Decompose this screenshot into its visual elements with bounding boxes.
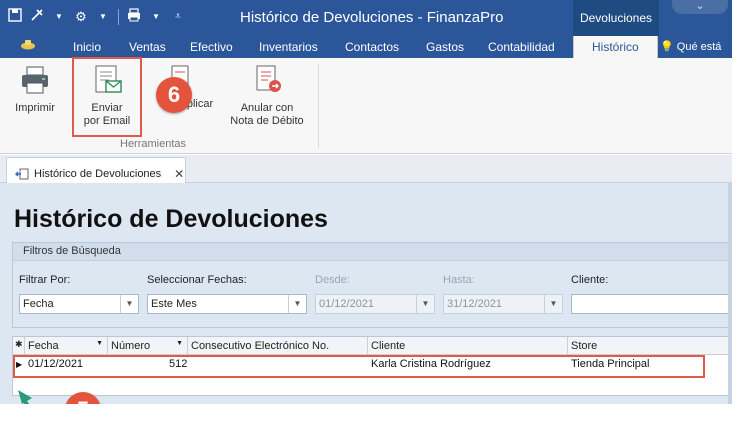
app-window: ▼ ⚙ ▼ ▼ ⩡ Histórico de Devoluciones - Fi… <box>0 0 732 404</box>
column-header-fecha[interactable]: Fecha ▼ <box>25 337 108 355</box>
customize-toolbar-icon[interactable]: ⩡ <box>169 8 187 26</box>
tab-contabilidad[interactable]: Contabilidad <box>488 40 555 54</box>
ribbon-group-divider <box>318 64 319 148</box>
column-fecha-label: Fecha <box>28 340 59 352</box>
filter-by-value: Fecha <box>23 298 54 310</box>
close-icon[interactable]: ✕ <box>174 167 184 181</box>
annul-label-line2: Nota de Débito <box>230 115 304 127</box>
chevron-down-icon[interactable]: ▼ <box>50 8 68 26</box>
from-date-field[interactable]: 01/12/2021 ▼ <box>315 294 435 314</box>
chevron-down-icon[interactable]: ▼ <box>147 8 165 26</box>
asterisk-icon: ✱ <box>13 337 25 355</box>
tab-inicio[interactable]: Inicio <box>73 40 101 54</box>
chevron-down-icon[interactable]: ▼ <box>288 295 306 313</box>
save-icon[interactable] <box>6 8 24 26</box>
filter-by-select[interactable]: Fecha ▼ <box>19 294 139 314</box>
select-dates-select[interactable]: Este Mes ▼ <box>147 294 307 314</box>
row-highlight <box>13 355 705 378</box>
annul-document-icon <box>256 65 281 92</box>
ribbon-tab-row: Inicio Ventas Efectivo Inventarios Conta… <box>0 36 732 58</box>
app-menu-icon[interactable] <box>20 38 36 50</box>
select-dates-label: Seleccionar Fechas: <box>147 274 247 286</box>
tab-ventas[interactable]: Ventas <box>129 40 166 54</box>
gear-icon[interactable]: ⚙ <box>72 8 90 26</box>
quick-access-toolbar: ▼ ⚙ ▼ ▼ ⩡ <box>6 8 187 26</box>
printer-icon <box>22 66 48 94</box>
print-icon[interactable] <box>125 8 143 26</box>
print-label: Imprimir <box>15 102 55 114</box>
to-date-label: Hasta: <box>443 274 475 286</box>
document-tab-strip: Histórico de Devoluciones ✕ <box>0 155 732 183</box>
filters-title: Filtros de Búsqueda <box>13 243 732 261</box>
title-bar: ▼ ⚙ ▼ ▼ ⩡ Histórico de Devoluciones - Fi… <box>0 0 732 36</box>
column-cliente-label: Cliente <box>371 340 406 352</box>
column-header-store[interactable]: Store <box>568 337 732 355</box>
tab-inventarios[interactable]: Inventarios <box>259 40 318 54</box>
page-title: Histórico de Devoluciones <box>14 205 328 233</box>
email-button-highlight <box>72 57 142 137</box>
filter-by-label: Filtrar Por: <box>19 274 71 286</box>
from-date-value: 01/12/2021 <box>319 298 375 310</box>
select-dates-value: Este Mes <box>151 298 197 310</box>
chevron-down-icon[interactable]: ▼ <box>120 295 138 313</box>
column-numero-label: Número <box>111 340 151 352</box>
step-6-badge: 6 <box>156 77 192 113</box>
lightbulb-icon: 💡 <box>660 41 674 53</box>
collapse-ribbon-button[interactable]: ⌄ <box>672 0 728 14</box>
tab-contactos[interactable]: Contactos <box>345 40 399 54</box>
doc-tab-label: Histórico de Devoluciones <box>34 167 162 180</box>
chevron-down-icon[interactable]: ▼ <box>176 340 183 347</box>
grid-header: ✱ Fecha ▼ Número ▼ Consecutivo Electróni… <box>13 337 732 355</box>
column-store-label: Store <box>571 340 598 352</box>
returns-icon <box>15 168 29 179</box>
annul-debit-note-button[interactable]: Anular con Nota de Débito <box>226 64 308 128</box>
doc-tab-historico[interactable]: Histórico de Devoluciones ✕ <box>6 157 186 183</box>
chevron-down-icon[interactable]: ▼ <box>416 295 434 313</box>
chevron-down-icon[interactable]: ▼ <box>96 340 103 347</box>
vertical-scrollbar[interactable] <box>728 183 732 404</box>
column-header-cliente[interactable]: Cliente <box>368 337 568 355</box>
toolbar-divider <box>118 9 119 25</box>
ribbon-group-label: Herramientas <box>120 138 187 150</box>
annul-label-line1: Anular con <box>240 102 294 114</box>
column-header-numero[interactable]: Número ▼ <box>108 337 188 355</box>
tools-icon[interactable] <box>28 8 46 26</box>
chevron-down-icon[interactable]: ▼ <box>94 8 112 26</box>
tell-me-label: Qué está <box>676 41 722 53</box>
client-label: Cliente: <box>571 274 609 286</box>
to-date-value: 31/12/2021 <box>447 298 503 310</box>
column-header-consecutivo[interactable]: Consecutivo Electrónico No. <box>188 337 368 355</box>
client-input[interactable] <box>571 294 732 314</box>
tell-me-box[interactable]: 💡 Qué está <box>660 40 721 53</box>
chevron-down-icon[interactable]: ▼ <box>544 295 562 313</box>
tab-gastos[interactable]: Gastos <box>426 40 464 54</box>
print-button[interactable]: Imprimir <box>8 64 62 115</box>
context-tab-devoluciones: Devoluciones <box>573 0 659 36</box>
pointer-arrow-icon <box>18 390 32 404</box>
window-title: Histórico de Devoluciones - FinanzaPro <box>240 9 504 26</box>
column-consecutivo-label: Consecutivo Electrónico No. <box>191 340 330 352</box>
tab-efectivo[interactable]: Efectivo <box>190 40 233 54</box>
search-filters-panel: Filtros de Búsqueda Filtrar Por: Fecha ▼… <box>12 242 732 328</box>
tab-historico[interactable]: Histórico <box>573 36 658 58</box>
to-date-field[interactable]: 31/12/2021 ▼ <box>443 294 563 314</box>
from-date-label: Desde: <box>315 274 350 286</box>
